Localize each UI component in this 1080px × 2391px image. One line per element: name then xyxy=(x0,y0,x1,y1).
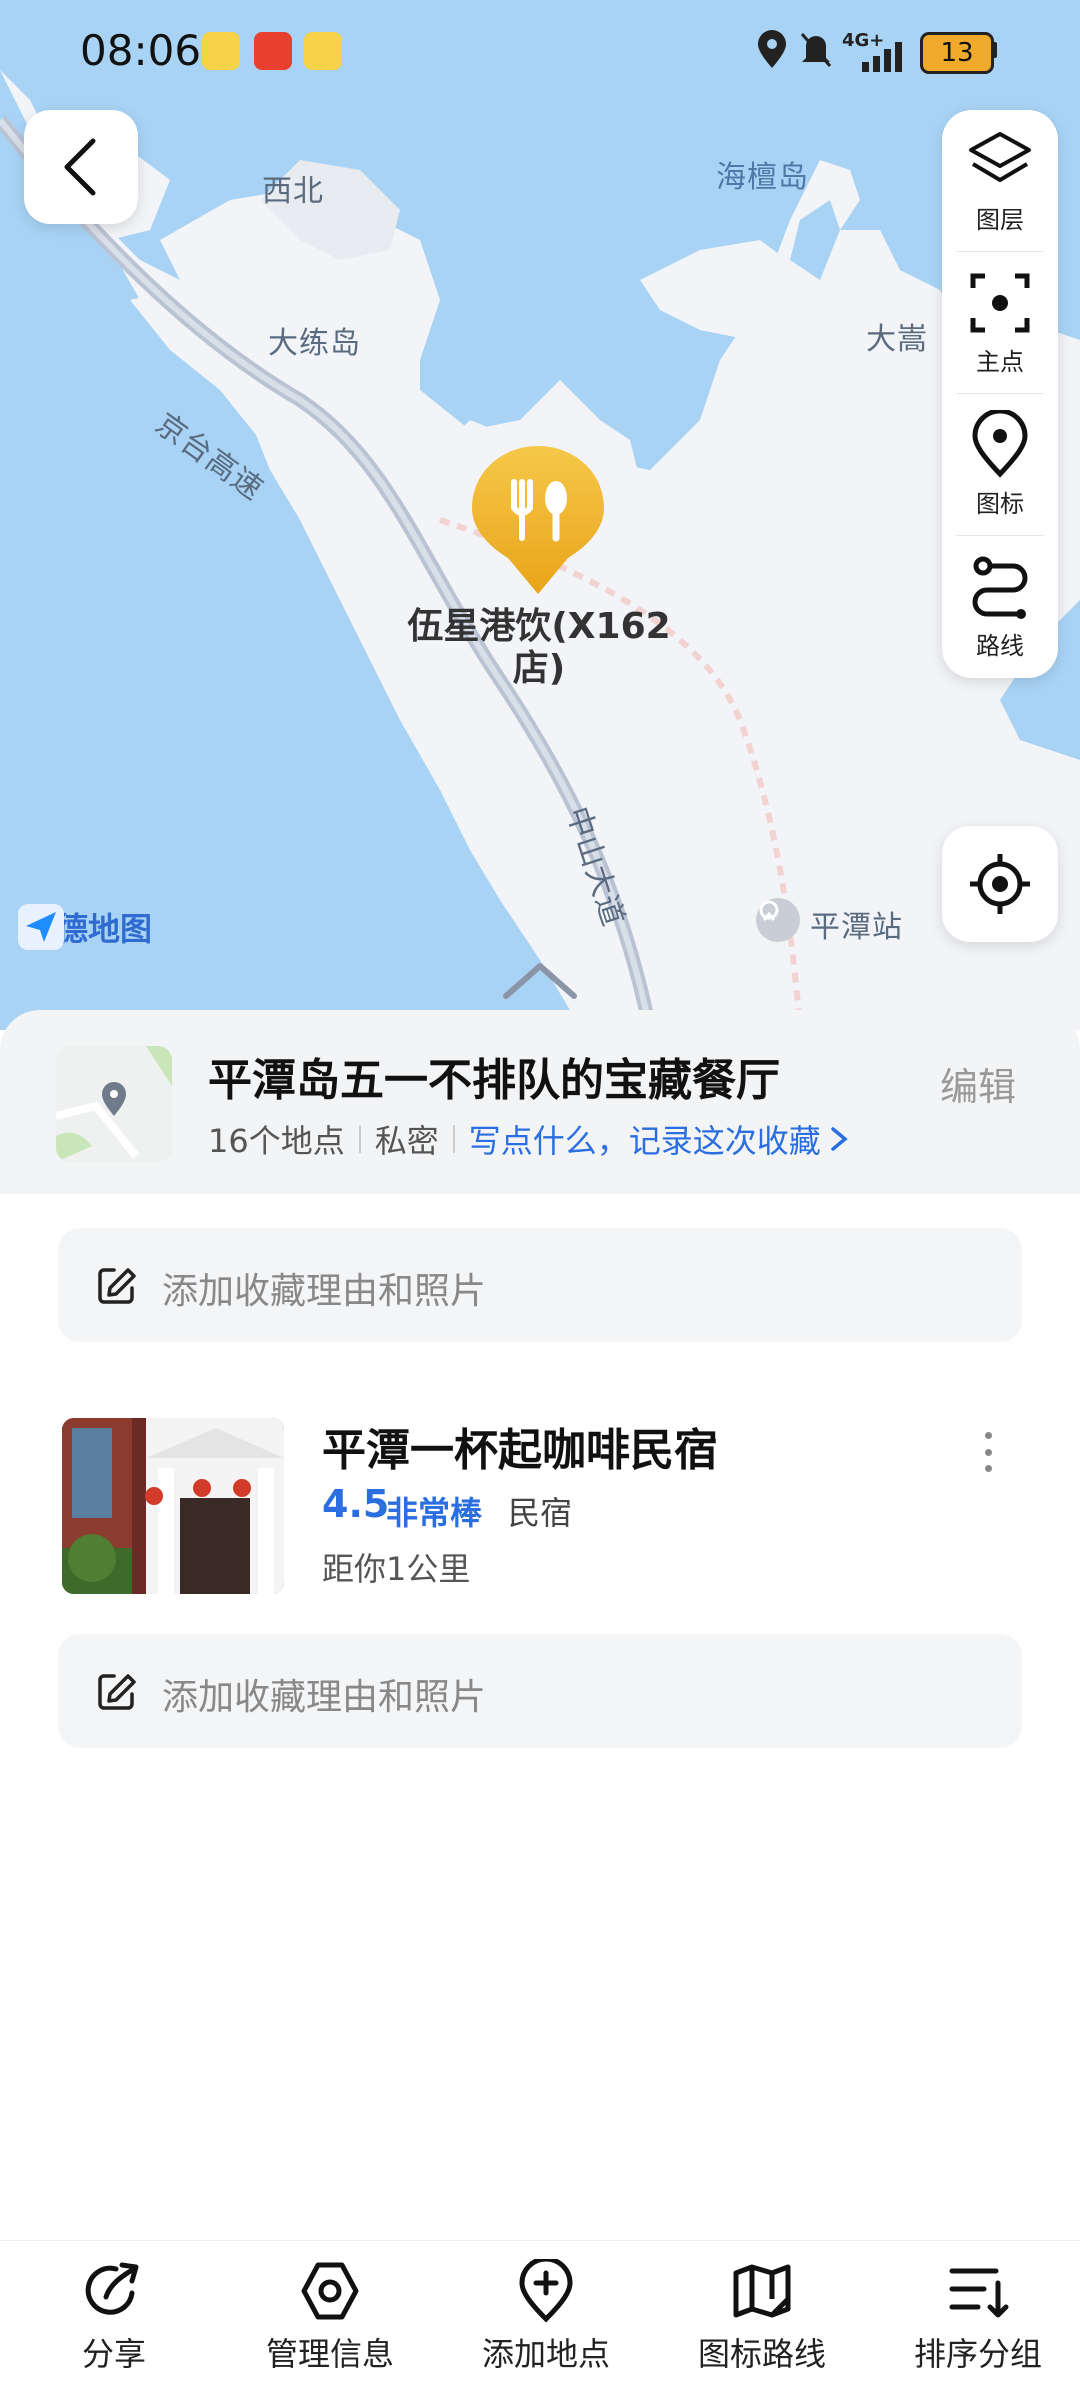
map-view[interactable]: 西北 海檀岛 大练岛 大嵩 京台高速 中山大道 山 平潭站 伍星港饮(X162 … xyxy=(0,0,1080,1030)
poi-marker[interactable] xyxy=(472,446,604,596)
meta-separator xyxy=(358,1125,361,1153)
edit-note-icon xyxy=(98,1674,136,1710)
privacy-label: 私密 xyxy=(374,1122,439,1160)
weibo-notification-icon-2 xyxy=(304,32,342,70)
map-fold-icon xyxy=(733,2264,791,2318)
signal-icon xyxy=(862,42,902,72)
locate-me-button[interactable] xyxy=(942,826,1058,942)
manage-info-button[interactable]: 管理信息 xyxy=(222,2241,438,2391)
add-pin-icon xyxy=(519,2259,573,2323)
edit-note-icon xyxy=(98,1268,136,1304)
write-note-link[interactable]: 写点什么，记录这次收藏 xyxy=(469,1116,821,1162)
amap-logo-icon xyxy=(18,904,64,950)
poi-rating-score: 4.5 xyxy=(322,1482,390,1526)
map-toolbar: 图层 主点 图标 路线 xyxy=(942,110,1058,678)
crosshair-icon xyxy=(970,854,1030,914)
poi-photo[interactable] xyxy=(62,1418,284,1594)
chevron-left-icon xyxy=(64,138,96,196)
poi-map-label[interactable]: 伍星港饮(X162 店) xyxy=(404,606,674,690)
more-options-icon[interactable] xyxy=(976,1432,1000,1472)
add-place-button[interactable]: 添加地点 xyxy=(438,2241,654,2391)
poi-distance: 距你1公里 xyxy=(322,1550,471,1588)
location-status-icon xyxy=(758,30,786,68)
icon-route-button[interactable]: 图标路线 xyxy=(654,2241,870,2391)
poi-rating-text: 非常棒 xyxy=(386,1494,483,1532)
status-time: 08:06 xyxy=(80,26,202,75)
map-label-dalian: 大练岛 xyxy=(268,326,361,361)
weibo-notification-icon xyxy=(202,32,240,70)
share-button[interactable]: 分享 xyxy=(6,2241,222,2391)
alert-notification-icon xyxy=(254,32,292,70)
settings-hex-icon xyxy=(301,2262,359,2320)
share-icon xyxy=(85,2262,139,2315)
edit-button[interactable]: 编辑 xyxy=(940,1056,1016,1111)
route-button[interactable]: 路线 xyxy=(942,536,1058,678)
map-label-station[interactable]: 平潭站 xyxy=(810,902,903,946)
main-point-button[interactable]: 主点 xyxy=(942,252,1058,394)
map-label-xibei: 西北 xyxy=(262,174,324,209)
restaurant-pin-icon xyxy=(472,446,604,594)
add-reason-box[interactable]: 添加收藏理由和照片 xyxy=(58,1228,1022,1342)
back-button[interactable] xyxy=(24,110,138,224)
bottom-action-bar: 分享 管理信息 添加地点 图标路线 排序分组 xyxy=(0,2240,1080,2391)
focus-icon xyxy=(970,273,1030,333)
layers-icon xyxy=(969,132,1031,182)
sort-icon xyxy=(949,2268,1009,2318)
add-reason-box-2[interactable]: 添加收藏理由和照片 xyxy=(58,1634,1022,1748)
marker-button[interactable]: 图标 xyxy=(942,394,1058,536)
collection-thumbnail[interactable] xyxy=(56,1046,172,1162)
station-icon xyxy=(756,898,800,942)
collection-meta: 16个地点 私密 写点什么，记录这次收藏 xyxy=(208,1116,851,1162)
map-logo: 高德地图 xyxy=(18,904,152,950)
map-label-haitandao: 海檀岛 xyxy=(716,160,809,195)
sort-group-button[interactable]: 排序分组 xyxy=(870,2241,1080,2391)
expand-chevron-icon[interactable] xyxy=(500,958,580,1002)
meta-separator xyxy=(452,1125,455,1153)
battery-tip xyxy=(992,42,997,58)
poi-category: 民宿 xyxy=(508,1494,573,1532)
chevron-right-icon xyxy=(831,1127,848,1151)
place-count: 16个地点 xyxy=(208,1122,345,1160)
battery-icon: 13 xyxy=(920,32,994,74)
layers-button[interactable]: 图层 xyxy=(942,110,1058,252)
collection-title: 平潭岛五一不排队的宝藏餐厅 xyxy=(208,1055,780,1106)
route-icon xyxy=(972,556,1028,619)
status-bar: 08:06 4G+ 13 xyxy=(0,0,1080,105)
map-pin-icon xyxy=(972,410,1028,478)
poi-title[interactable]: 平潭一杯起咖啡民宿 xyxy=(322,1414,718,1478)
map-label-dasong: 大嵩 xyxy=(866,322,928,357)
mute-bell-icon xyxy=(800,33,832,67)
